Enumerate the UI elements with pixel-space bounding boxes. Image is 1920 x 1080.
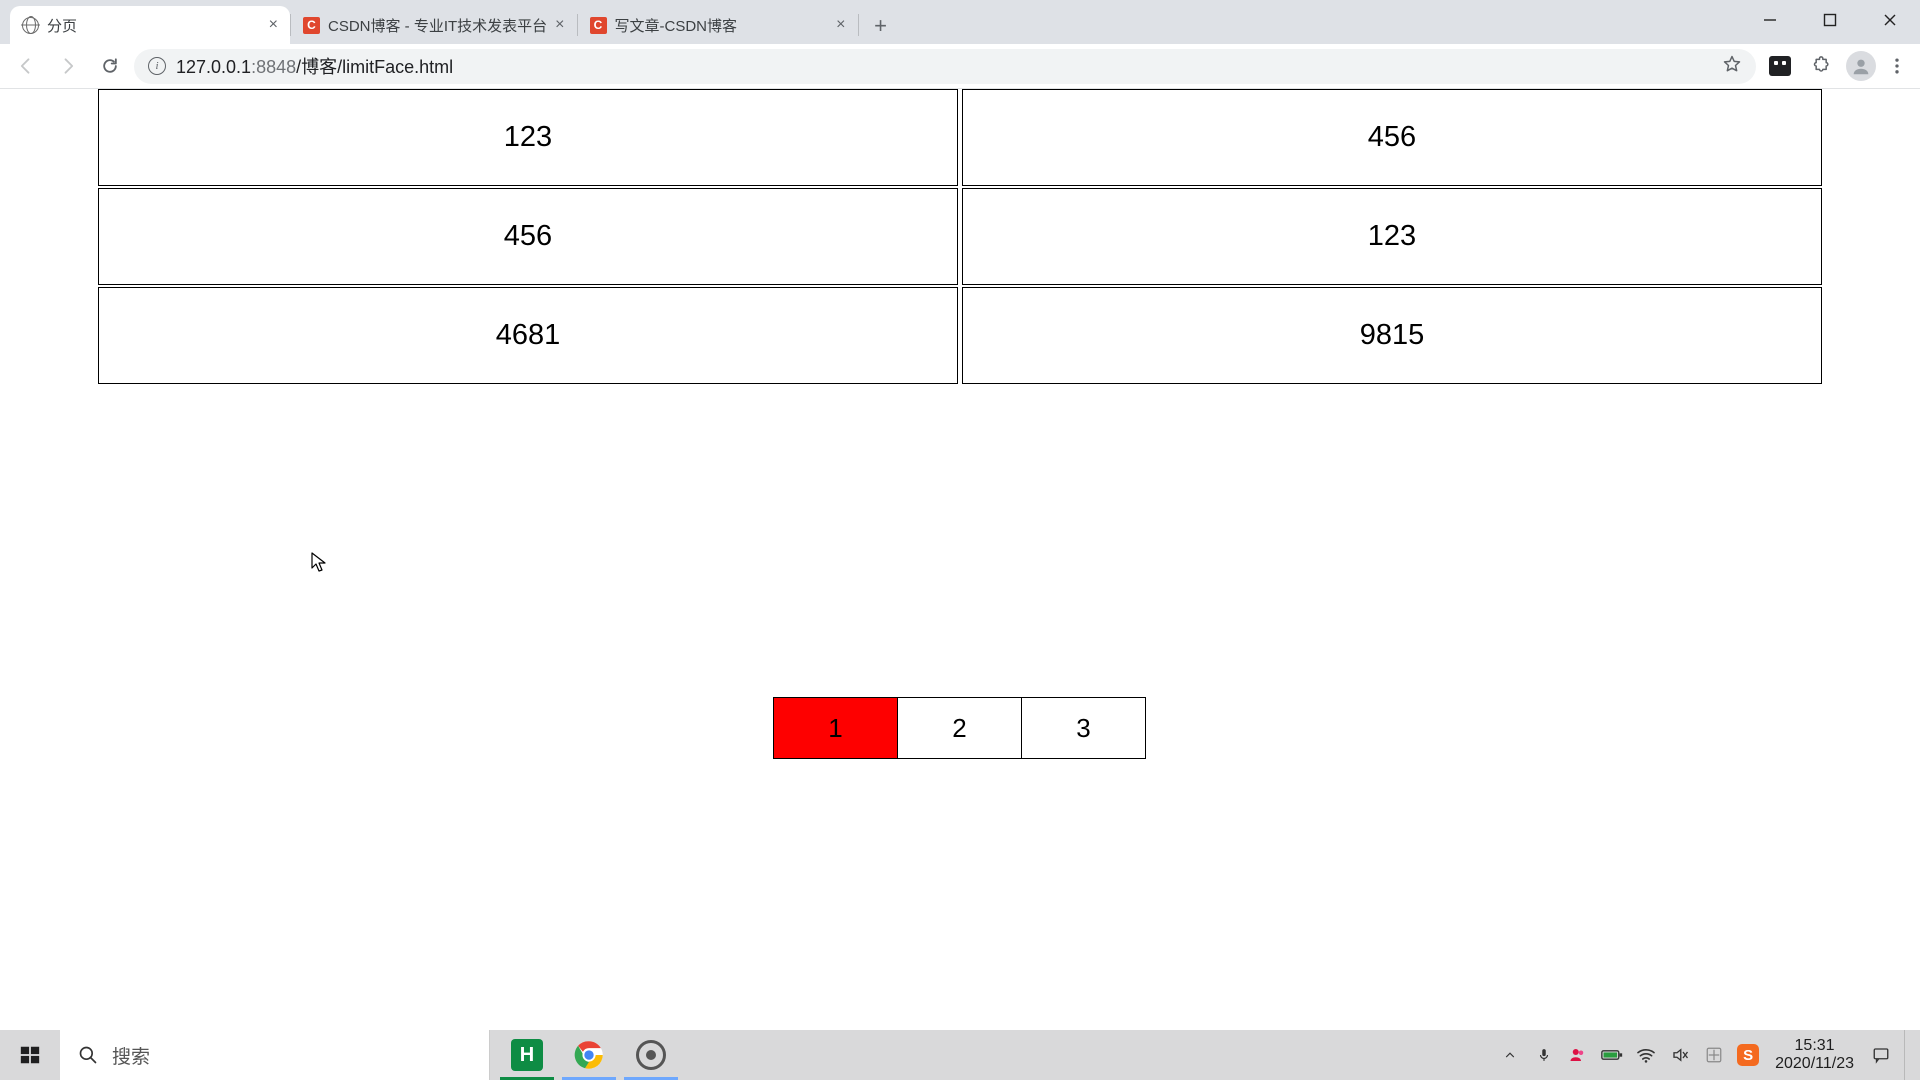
url-host: 127.0.0.1 [176,57,251,77]
tray-chevron[interactable] [1499,1048,1521,1062]
puzzle-icon [1812,56,1832,76]
window-controls [1740,0,1920,40]
tab-0[interactable]: 分页 × [10,6,290,44]
person-icon [1850,55,1872,77]
cell-left: 456 [98,188,958,285]
address-bar[interactable]: i 127.0.0.1:8848/博客/limitFace.html [134,49,1756,84]
start-button[interactable] [0,1030,60,1080]
extensions-button[interactable] [1804,48,1840,84]
browser-icon [636,1040,666,1070]
taskbar-search[interactable]: 搜索 [60,1030,490,1080]
reload-icon [100,56,120,76]
forward-icon [58,56,78,76]
url-path: /博客/limitFace.html [296,57,453,77]
menu-button[interactable] [1882,56,1912,76]
cell-left: 123 [98,89,958,186]
minimize-button[interactable] [1740,0,1800,40]
clock-date: 2020/11/23 [1775,1055,1854,1073]
clock-time: 15:31 [1775,1037,1854,1055]
taskbar-apps: H [496,1030,682,1080]
tray-mic[interactable] [1533,1046,1555,1064]
show-desktop[interactable] [1904,1030,1914,1080]
tray-battery[interactable] [1601,1048,1623,1062]
page-button-2[interactable]: 2 [897,697,1022,759]
chrome-icon [574,1040,604,1070]
tray-ime[interactable] [1703,1046,1725,1064]
table-row: 4681 9815 [98,287,1822,384]
tray-volume[interactable] [1669,1046,1691,1064]
star-icon [1722,54,1742,74]
tab-title: CSDN博客 - 专业IT技术发表平台 [328,15,547,36]
new-tab-button[interactable]: + [863,8,899,44]
maximize-button[interactable] [1800,0,1860,40]
chrome-window: 分页 × C CSDN博客 - 专业IT技术发表平台 × C 写文章-CSDN博… [0,0,1920,1080]
back-button[interactable] [8,48,44,84]
cell-right: 123 [962,188,1822,285]
minimize-icon [1763,13,1777,27]
close-button[interactable] [1860,0,1920,40]
table-row: 123 456 [98,89,1822,186]
info-icon[interactable]: i [148,57,166,75]
app-hbuilder[interactable]: H [496,1030,558,1080]
mic-icon [1537,1046,1551,1064]
page-button-1[interactable]: 1 [773,697,898,759]
bookmark-button[interactable] [1722,54,1742,79]
extension-icon [1769,56,1791,76]
notification-icon [1871,1046,1891,1064]
app-chrome[interactable] [558,1030,620,1080]
tray-sogou[interactable]: S [1737,1044,1759,1066]
cell-right: 456 [962,89,1822,186]
close-icon[interactable]: × [836,16,845,34]
forward-button[interactable] [50,48,86,84]
toolbar: i 127.0.0.1:8848/博客/limitFace.html [0,44,1920,89]
csdn-icon: C [303,17,320,34]
pagination: 1 2 3 [0,697,1920,759]
maximize-icon [1823,13,1837,27]
back-icon [16,56,36,76]
tab-1[interactable]: C CSDN博客 - 专业IT技术发表平台 × [291,6,577,44]
profile-button[interactable] [1846,51,1876,81]
globe-icon [22,17,39,34]
wifi-icon [1636,1047,1656,1063]
windows-icon [19,1044,41,1066]
cell-right: 9815 [962,287,1822,384]
tray-wifi[interactable] [1635,1047,1657,1063]
hbuilder-icon: H [511,1039,543,1071]
page-content: 123 456 456 123 4681 9815 1 2 3 [0,89,1920,1030]
volume-mute-icon [1670,1046,1690,1064]
tab-separator [858,14,859,36]
close-icon [1883,13,1897,27]
url-text: 127.0.0.1:8848/博客/limitFace.html [176,53,453,79]
tab-2[interactable]: C 写文章-CSDN博客 × [578,6,858,44]
tab-title: 分页 [47,15,261,36]
system-tray: S 15:31 2020/11/23 [1493,1030,1920,1080]
chevron-up-icon [1503,1048,1517,1062]
cell-left: 4681 [98,287,958,384]
data-grid: 123 456 456 123 4681 9815 [0,89,1920,384]
tray-clock[interactable]: 15:31 2020/11/23 [1775,1037,1854,1074]
kebab-icon [1887,56,1907,76]
reload-button[interactable] [92,48,128,84]
app-browser[interactable] [620,1030,682,1080]
ime-icon [1705,1046,1723,1064]
extension-1[interactable] [1762,48,1798,84]
search-placeholder: 搜索 [112,1042,150,1069]
search-icon [78,1045,98,1065]
close-icon[interactable]: × [555,16,564,34]
csdn-icon: C [590,17,607,34]
taskbar: 搜索 H S 15:31 2020/11/23 [0,1030,1920,1080]
tabstrip: 分页 × C CSDN博客 - 专业IT技术发表平台 × C 写文章-CSDN博… [0,0,1920,44]
tab-title: 写文章-CSDN博客 [615,15,829,36]
close-icon[interactable]: × [269,16,278,34]
cursor-icon [311,552,327,574]
tray-people[interactable] [1567,1046,1589,1064]
people-icon [1569,1046,1587,1064]
tray-notifications[interactable] [1870,1046,1892,1064]
page-button-3[interactable]: 3 [1021,697,1146,759]
url-port: :8848 [251,57,296,77]
battery-icon [1601,1048,1623,1062]
table-row: 456 123 [98,188,1822,285]
